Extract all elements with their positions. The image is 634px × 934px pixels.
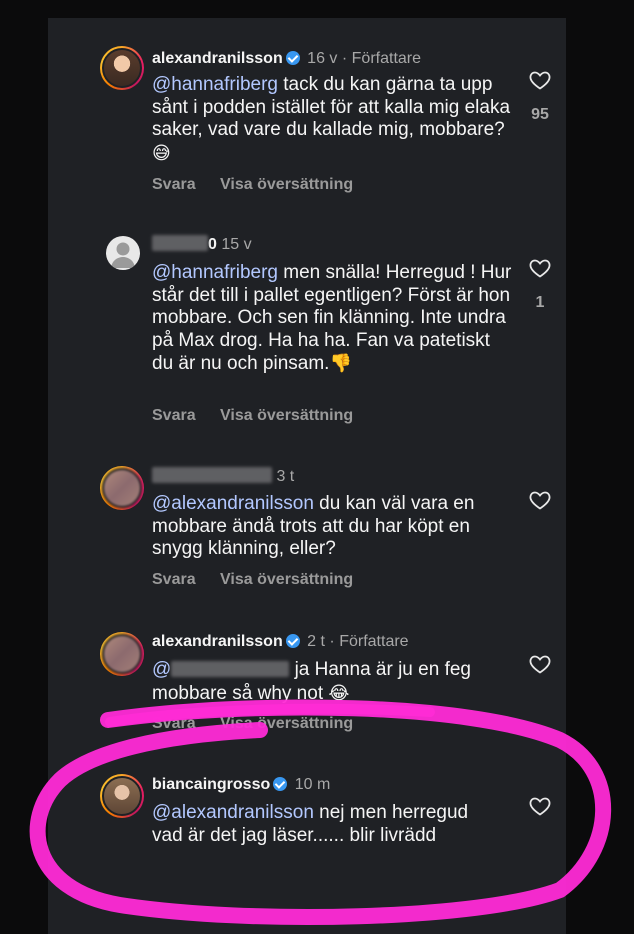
username[interactable]: biancaingrosso (152, 776, 270, 793)
avatar[interactable] (100, 632, 144, 676)
reply-button[interactable]: Svara (152, 176, 196, 193)
comment-text: @hannafriberg tack du kan gärna ta upp s… (152, 74, 511, 163)
verified-badge-icon (273, 777, 288, 791)
username[interactable]: 0 (208, 236, 217, 253)
username[interactable]: alexandranilsson (152, 633, 283, 650)
translate-button[interactable]: Visa översättning (220, 571, 353, 588)
like-count: 95 (531, 106, 549, 123)
timestamp: 3 t (276, 468, 295, 485)
avatar[interactable] (100, 774, 144, 818)
reply-button[interactable]: Svara (152, 407, 196, 424)
timestamp: 15 v (221, 236, 252, 253)
separator: · (329, 633, 335, 650)
mention-link[interactable]: @hannafriberg (152, 262, 278, 283)
mention-link[interactable]: @alexandranilsson (152, 493, 314, 514)
comment-text: @hannafriberg men snälla! Herregud ! Hur… (152, 262, 512, 374)
comment-header: alexandranilsson 16 v · Författare (152, 48, 421, 70)
emoji: 😂 (328, 682, 350, 703)
heart-outline-icon[interactable] (528, 488, 552, 512)
comment-header: 0 15 v (152, 234, 252, 256)
avatar[interactable] (100, 466, 144, 510)
comment-actions: Svara Visa översättning (152, 715, 373, 733)
comment-header: biancaingrosso 10 m (152, 774, 330, 796)
comment-text: @ ja Hanna är ju en feg mobbare så why n… (152, 659, 471, 704)
translate-button[interactable]: Visa översättning (220, 407, 353, 424)
author-badge: Författare (351, 50, 422, 67)
emoji: 👎 (329, 353, 352, 373)
heart-outline-icon[interactable] (528, 256, 552, 280)
heart-outline-icon[interactable] (528, 68, 552, 92)
avatar[interactable] (100, 46, 144, 90)
comment-actions: Svara Visa översättning (152, 176, 373, 194)
comment-header: alexandranilsson 2 t · Författare (152, 631, 409, 653)
translate-button[interactable]: Visa översättning (220, 715, 353, 732)
comment-text: @alexandranilsson nej men herregud vad ä… (152, 802, 469, 846)
comment-actions: Svara Visa översättning (152, 407, 373, 425)
like-count: 1 (535, 294, 545, 311)
emoji: 😅 (152, 142, 171, 163)
mention-link[interactable]: @alexandranilsson (152, 802, 314, 823)
avatar[interactable] (106, 236, 140, 270)
comment-actions: Svara Visa översättning (152, 571, 373, 589)
mention-link[interactable]: @hannafriberg (152, 74, 278, 95)
heart-outline-icon[interactable] (528, 794, 552, 818)
author-badge: Författare (339, 633, 409, 650)
verified-badge-icon (285, 634, 300, 648)
timestamp: 16 v (307, 50, 338, 67)
redacted-username (152, 235, 208, 251)
timestamp: 2 t (307, 633, 325, 650)
mention-link[interactable]: @ (152, 659, 171, 680)
comment-text: @alexandranilsson du kan väl vara en mob… (152, 493, 475, 559)
redacted-mention (171, 661, 290, 677)
heart-outline-icon[interactable] (528, 652, 552, 676)
translate-button[interactable]: Visa översättning (220, 176, 353, 193)
comment-header: 3 t (152, 466, 294, 488)
comments-panel: alexandranilsson 16 v · Författare @hann… (48, 18, 566, 934)
username[interactable]: alexandranilsson (152, 50, 283, 67)
reply-button[interactable]: Svara (152, 715, 196, 732)
separator: · (341, 50, 348, 67)
timestamp: 10 m (294, 776, 331, 793)
redacted-username (152, 467, 272, 483)
verified-badge-icon (285, 51, 300, 65)
reply-button[interactable]: Svara (152, 571, 196, 588)
